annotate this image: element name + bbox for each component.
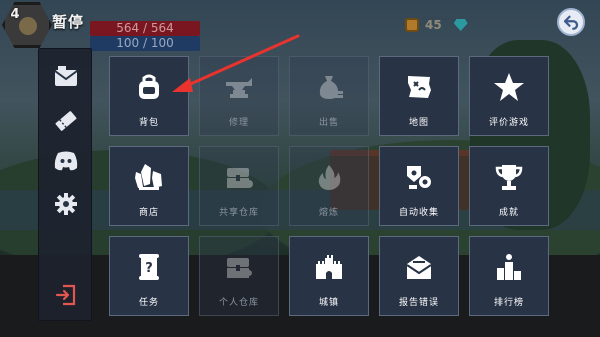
tile-map[interactable]: 地图: [379, 56, 459, 136]
tile-report-bug[interactable]: 报告错误: [379, 236, 459, 316]
settings-gear-icon[interactable]: [52, 190, 80, 218]
tile-label: 共享仓库: [218, 208, 259, 218]
personal-chest-icon: [221, 249, 257, 285]
leaderboard-icon: [491, 249, 527, 285]
tile-label: 商店: [138, 208, 159, 218]
currency-display: 45: [405, 18, 468, 32]
tile-label: 个人仓库: [218, 298, 259, 308]
tile-quests[interactable]: ? 任务: [109, 236, 189, 316]
star-icon: [491, 69, 527, 105]
svg-text:?: ?: [145, 261, 153, 276]
backpack-icon: [131, 69, 167, 105]
map-icon: [401, 69, 437, 105]
tile-smelt: 熔炼: [289, 146, 369, 226]
tile-sell: 出售: [289, 56, 369, 136]
flame-icon: [311, 159, 347, 195]
ticket-icon[interactable]: [52, 107, 80, 135]
quest-scroll-icon: ?: [131, 249, 167, 285]
tile-shared-storage: 共享仓库: [199, 146, 279, 226]
tile-label: 自动收集: [398, 208, 439, 218]
tile-label: 修理: [228, 118, 249, 128]
tile-label: 城镇: [318, 298, 339, 308]
tile-label: 排行榜: [493, 298, 524, 308]
tile-town[interactable]: 城镇: [289, 236, 369, 316]
tile-achievements[interactable]: 成就: [469, 146, 549, 226]
tile-label: 任务: [138, 298, 159, 308]
tile-label: 出售: [318, 118, 339, 128]
discord-icon[interactable]: [52, 147, 80, 175]
tile-rate-game[interactable]: 评价游戏: [469, 56, 549, 136]
tile-leaderboard[interactable]: 排行榜: [469, 236, 549, 316]
tile-label: 背包: [138, 118, 159, 128]
tile-repair: 修理: [199, 56, 279, 136]
tile-label: 报告错误: [398, 298, 439, 308]
coin-count: 45: [425, 18, 442, 32]
castle-icon: [311, 249, 347, 285]
hp-bar: 564 / 564: [90, 21, 200, 36]
auto-collect-icon: [401, 159, 437, 195]
pause-title: 暂停: [52, 13, 85, 31]
back-button[interactable]: [557, 8, 585, 36]
tile-shop[interactable]: 商店: [109, 146, 189, 226]
mp-bar: 100 / 100: [90, 36, 200, 51]
player-level: 4: [10, 7, 20, 22]
side-menu: [38, 48, 92, 321]
back-arrow-icon: [563, 15, 579, 30]
tile-label: 地图: [408, 118, 429, 128]
mail-icon[interactable]: [52, 63, 80, 91]
exit-icon[interactable]: [52, 281, 80, 309]
report-mail-icon: [401, 249, 437, 285]
shared-chest-icon: [221, 159, 257, 195]
coin-icon: [405, 18, 419, 32]
tile-label: 成就: [498, 208, 519, 218]
trophy-icon: [491, 159, 527, 195]
anvil-icon: [221, 69, 257, 105]
tile-auto-collect[interactable]: 自动收集: [379, 146, 459, 226]
money-bag-icon: [311, 69, 347, 105]
crystals-icon: [131, 159, 167, 195]
tile-label: 熔炼: [318, 208, 339, 218]
tile-personal-storage: 个人仓库: [199, 236, 279, 316]
tile-backpack[interactable]: 背包: [109, 56, 189, 136]
tile-label: 评价游戏: [488, 118, 529, 128]
gem-icon: [453, 19, 468, 31]
